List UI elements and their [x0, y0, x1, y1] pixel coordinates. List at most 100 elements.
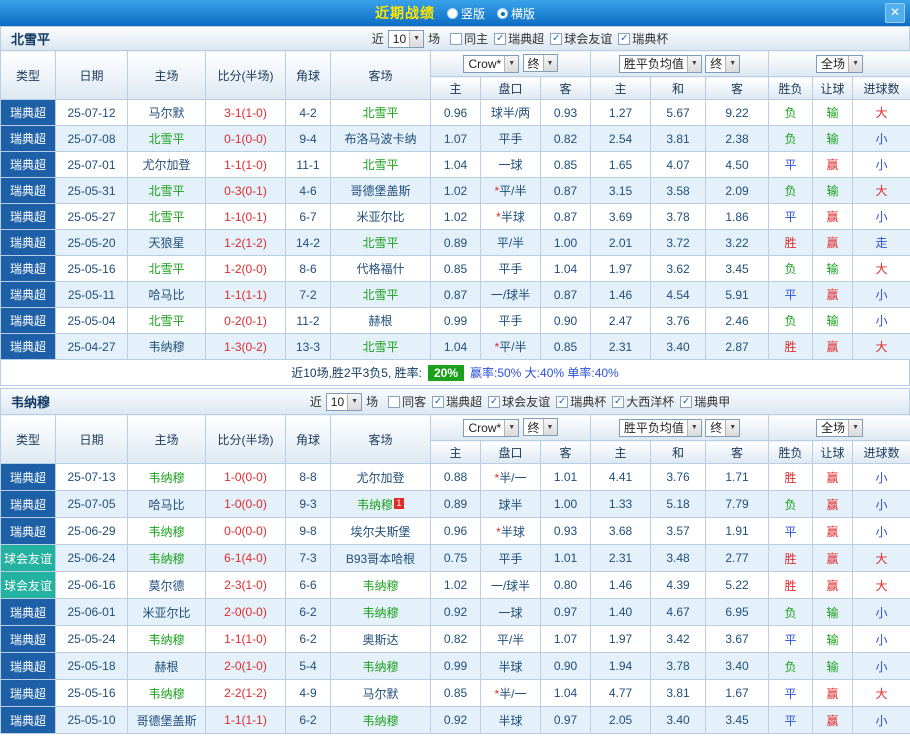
away-team-cell: 韦纳穆 [330, 652, 431, 680]
radio-label: 横版 [511, 6, 536, 21]
odds-type-select[interactable]: 胜平负均值 ▼ [618, 54, 702, 73]
crow-home-odds-cell: 0.99 [430, 307, 481, 334]
checkbox-checked-icon[interactable]: ✓ [488, 395, 501, 408]
crow-away-odds-cell: 1.00 [539, 490, 592, 518]
checkbox-checked-icon[interactable]: ✓ [680, 395, 693, 408]
period-select[interactable]: 终 ▼ [522, 418, 558, 437]
near-label: 近 [371, 32, 384, 46]
filter-checkbox[interactable]: ✓ 瑞典杯 [556, 393, 606, 410]
crow-home-odds-cell: 0.99 [430, 652, 481, 680]
period-value: 终 [527, 420, 540, 435]
date-cell: 25-05-16 [55, 255, 128, 282]
radio-icon[interactable] [446, 7, 458, 19]
odds-type-value: 胜平负均值 [623, 57, 684, 71]
checkbox-checked-icon[interactable]: ✓ [618, 32, 631, 45]
bookmaker-select[interactable]: Crow* ▼ [463, 54, 520, 73]
count-value: 10 [392, 31, 407, 46]
layout-radio-horizontal[interactable]: 横版 [497, 5, 535, 22]
filter-checkbox[interactable]: ✓ 球会友谊 [488, 393, 550, 410]
league-cell: 球会友谊 [0, 544, 56, 572]
filter-checkbox[interactable]: ✓ 瑞典超 [494, 30, 544, 47]
draw-odds-cell: 3.48 [650, 544, 707, 572]
score-cell: 2-2(1-2) [205, 679, 286, 707]
col-draw-odds: 和 [650, 440, 707, 464]
corners-cell: 6-7 [285, 203, 331, 230]
handicap-result-cell: 输 [812, 177, 854, 204]
corners-cell: 6-2 [285, 706, 331, 734]
filter-checkbox[interactable]: ✓ 瑞典甲 [680, 393, 730, 410]
chevron-down-icon: ▼ [542, 55, 557, 72]
crow-away-odds-cell: 0.87 [539, 203, 592, 230]
checkbox-checked-icon[interactable]: ✓ [556, 395, 569, 408]
chevron-down-icon: ▼ [347, 393, 362, 410]
games-label: 场 [366, 395, 379, 409]
bookmaker-select[interactable]: Crow* ▼ [463, 418, 520, 437]
filter-checkbox[interactable]: 同客 [388, 393, 426, 410]
period-select[interactable]: 终 ▼ [705, 418, 741, 437]
count-select[interactable]: 10 ▼ [387, 29, 425, 48]
lose-odds-cell: 2.46 [705, 307, 770, 334]
checkbox-unchecked-icon[interactable] [388, 395, 401, 408]
filter-controls: 近 10 ▼ 场 同主 ✓ 瑞典超 ✓ 球会友谊 ✓ 瑞典杯 [141, 29, 899, 48]
handicap-result-cell: 赢 [812, 229, 854, 256]
corners-cell: 6-2 [285, 625, 331, 653]
filter-checkbox[interactable]: ✓ 大西洋杯 [612, 393, 674, 410]
win-odds-cell: 1.27 [590, 99, 652, 126]
col-corners: 角球 [285, 414, 331, 464]
score-cell: 2-0(1-0) [205, 652, 286, 680]
handicap-cell: 一/球半 [480, 281, 541, 308]
crow-away-odds-cell: 0.87 [539, 281, 592, 308]
result-cell: 胜 [768, 229, 814, 256]
result-cell: 胜 [768, 333, 814, 360]
lose-odds-cell: 3.22 [705, 229, 770, 256]
period-select[interactable]: 终 ▼ [522, 54, 558, 73]
away-team-cell: 奥斯达 [330, 625, 431, 653]
filter-checkbox[interactable]: 同主 [450, 30, 488, 47]
home-team-cell: 马尔默 [127, 99, 206, 126]
handicap-cell: 平手 [480, 544, 541, 572]
radio-selected-icon[interactable] [497, 7, 508, 19]
result-cell: 胜 [768, 544, 814, 572]
handicap-result-cell: 赢 [812, 281, 854, 308]
period-select[interactable]: 终 ▼ [705, 54, 741, 73]
date-cell: 25-06-24 [55, 544, 128, 572]
chevron-down-icon: ▼ [686, 419, 701, 436]
handicap-cell: 球半 [480, 490, 541, 518]
draw-odds-cell: 5.18 [650, 490, 707, 518]
crow-away-odds-cell: 0.80 [539, 571, 592, 599]
crow-home-odds-cell: 1.02 [430, 571, 481, 599]
date-cell: 25-06-16 [55, 571, 128, 599]
away-team-cell: 尤尔加登 [330, 463, 431, 491]
checkbox-label: 球会友谊 [502, 395, 551, 409]
goals-result-cell: 大 [852, 679, 910, 707]
scope-select[interactable]: 全场 ▼ [816, 54, 864, 73]
win-odds-cell: 1.94 [590, 652, 652, 680]
checkbox-checked-icon[interactable]: ✓ [494, 32, 507, 45]
goals-result-cell: 小 [852, 652, 910, 680]
layout-radio-vertical[interactable]: 竖版 [446, 5, 485, 22]
scope-select[interactable]: 全场 ▼ [816, 418, 864, 437]
col-lose-odds: 客 [705, 440, 770, 464]
score-cell: 1-2(1-2) [205, 229, 286, 256]
filter-checkbox[interactable]: ✓ 瑞典超 [432, 393, 482, 410]
away-team-cell: 韦纳穆 [330, 706, 431, 734]
crow-home-odds-cell: 0.92 [430, 706, 481, 734]
goals-result-cell: 小 [852, 463, 910, 491]
crow-away-odds-cell: 0.85 [539, 333, 592, 360]
checkbox-checked-icon[interactable]: ✓ [432, 395, 445, 408]
filter-checkbox[interactable]: ✓ 球会友谊 [550, 30, 612, 47]
chevron-down-icon: ▼ [504, 55, 519, 72]
odds-type-select[interactable]: 胜平负均值 ▼ [618, 418, 702, 437]
count-value: 10 [330, 394, 345, 409]
close-button[interactable]: ✕ [885, 3, 905, 23]
handicap-result-cell: 赢 [812, 571, 854, 599]
count-select[interactable]: 10 ▼ [325, 392, 363, 411]
checkbox-checked-icon[interactable]: ✓ [612, 395, 625, 408]
checkbox-unchecked-icon[interactable] [450, 32, 463, 45]
checkbox-checked-icon[interactable]: ✓ [550, 32, 563, 45]
col-draw-odds: 和 [650, 76, 707, 100]
handicap-cell: 半球 [480, 706, 541, 734]
home-team-cell: 韦纳穆 [127, 333, 206, 360]
match-row: 瑞典超 25-05-31 北雪平 0-3(0-1) 4-6 哥德堡盖斯 1.02 *平/半 0.… [0, 177, 910, 204]
filter-checkbox[interactable]: ✓ 瑞典杯 [618, 30, 668, 47]
